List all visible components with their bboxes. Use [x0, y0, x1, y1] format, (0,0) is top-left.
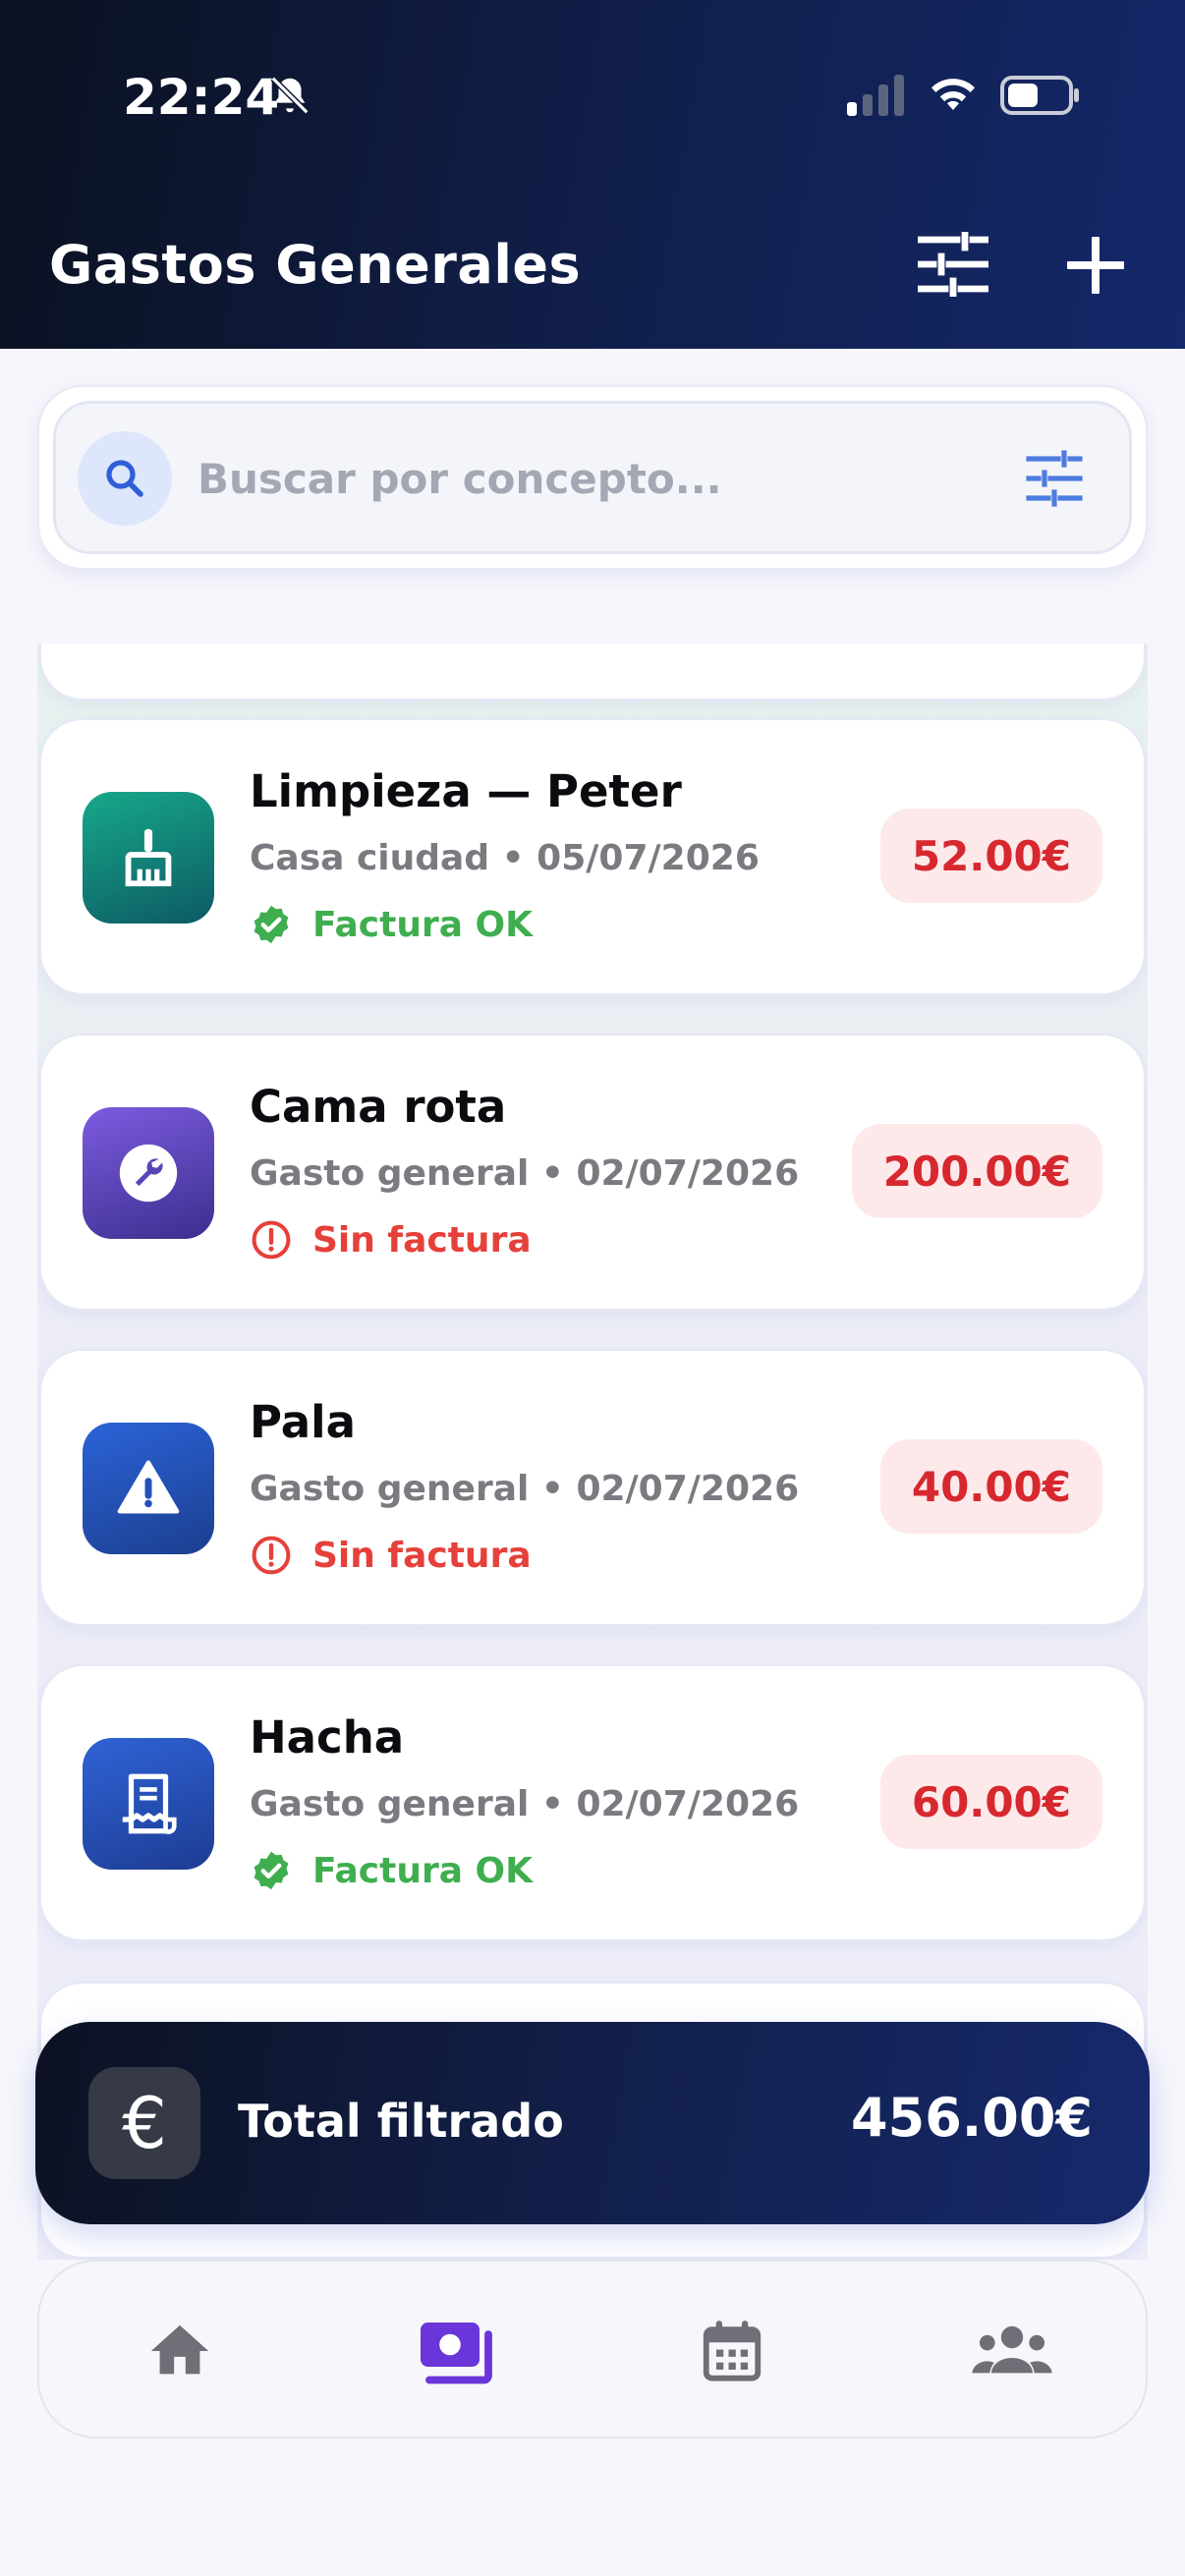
bell-off-icon [270, 76, 310, 115]
verified-icon [254, 1851, 289, 1890]
expenses-icon [421, 2323, 492, 2384]
expense-card[interactable]: Limpieza — Peter Casa ciudad • 05/07/202… [39, 718, 1146, 995]
alert-circle-icon [252, 1220, 291, 1260]
euro-symbol: € [122, 2082, 167, 2164]
calendar-icon [703, 2321, 762, 2381]
expense-icon-tile [83, 1107, 214, 1239]
expense-icon-tile [83, 1423, 214, 1554]
expense-title: Limpieza — Peter [250, 765, 682, 817]
expense-subtitle: Gasto general • 02/07/2026 [250, 1153, 800, 1194]
broom-icon [125, 828, 172, 887]
status-text: Factura OK [312, 904, 534, 945]
nav-expenses[interactable] [415, 2311, 497, 2393]
expense-list[interactable]: Limpieza — Peter Casa ciudad • 05/07/202… [37, 644, 1148, 2260]
expense-icon-tile [83, 792, 214, 924]
expense-card[interactable]: Hacha Gasto general • 02/07/2026 Factura… [39, 1664, 1146, 1941]
warning-icon [117, 1460, 180, 1514]
receipt-icon [122, 1773, 177, 1834]
expense-subtitle: Gasto general • 02/07/2026 [250, 1469, 800, 1509]
app-header: 22:24 Gastos Generales [0, 0, 1185, 349]
alert-circle-icon [252, 1536, 291, 1575]
page-title: Gastos Generales [49, 234, 582, 296]
amount-badge: 52.00€ [879, 809, 1102, 903]
search-input[interactable] [198, 437, 944, 520]
search-container [37, 385, 1148, 570]
expense-card[interactable]: Pala Gasto general • 02/07/2026 Sin fact… [39, 1349, 1146, 1626]
expense-subtitle: Gasto general • 02/07/2026 [250, 1784, 800, 1824]
expense-icon-tile [83, 1738, 214, 1870]
wifi-icon [931, 79, 975, 110]
search-button[interactable] [78, 431, 172, 526]
amount-badge: 200.00€ [851, 1124, 1102, 1218]
tune-icon[interactable] [1025, 449, 1084, 508]
invoice-status: Factura OK [250, 1847, 533, 1894]
search-icon [106, 460, 143, 497]
amount-badge: 40.00€ [879, 1439, 1102, 1534]
expense-title: Cama rota [250, 1081, 507, 1133]
status-time: 22:24 [123, 69, 280, 126]
nav-home[interactable] [145, 2317, 214, 2385]
people-icon [972, 2325, 1052, 2374]
expense-card[interactable]: Cama rota Gasto general • 02/07/2026 Sin… [39, 1034, 1146, 1311]
euro-icon: € [88, 2067, 200, 2179]
search-bar[interactable] [53, 401, 1132, 554]
signal-icon [847, 75, 904, 116]
status-text: Sin factura [312, 1535, 532, 1576]
status-text: Factura OK [312, 1850, 534, 1891]
invoice-status: Sin factura [250, 1532, 532, 1579]
invoice-status: Sin factura [250, 1216, 532, 1263]
status-text: Sin factura [312, 1219, 532, 1260]
add-icon[interactable] [1067, 237, 1124, 294]
home-icon [150, 2324, 209, 2375]
amount-badge: 60.00€ [879, 1755, 1102, 1849]
list-item-partial[interactable] [39, 644, 1146, 700]
total-label: Total filtrado [238, 2095, 564, 2148]
battery-icon [1000, 76, 1079, 115]
verified-icon [254, 905, 289, 944]
expense-title: Pala [250, 1396, 356, 1448]
total-value: 456.00€ [851, 2087, 1093, 2149]
bottom-navigation [37, 2260, 1148, 2438]
wrench-icon [119, 1144, 178, 1203]
invoice-status: Factura OK [250, 901, 533, 948]
filter-icon[interactable] [918, 232, 988, 297]
expense-subtitle: Casa ciudad • 05/07/2026 [250, 838, 760, 878]
total-summary: € Total filtrado 456.00€ [35, 2022, 1150, 2224]
expense-title: Hacha [250, 1711, 405, 1764]
nav-calendar[interactable] [698, 2317, 766, 2385]
nav-people[interactable] [971, 2317, 1053, 2385]
